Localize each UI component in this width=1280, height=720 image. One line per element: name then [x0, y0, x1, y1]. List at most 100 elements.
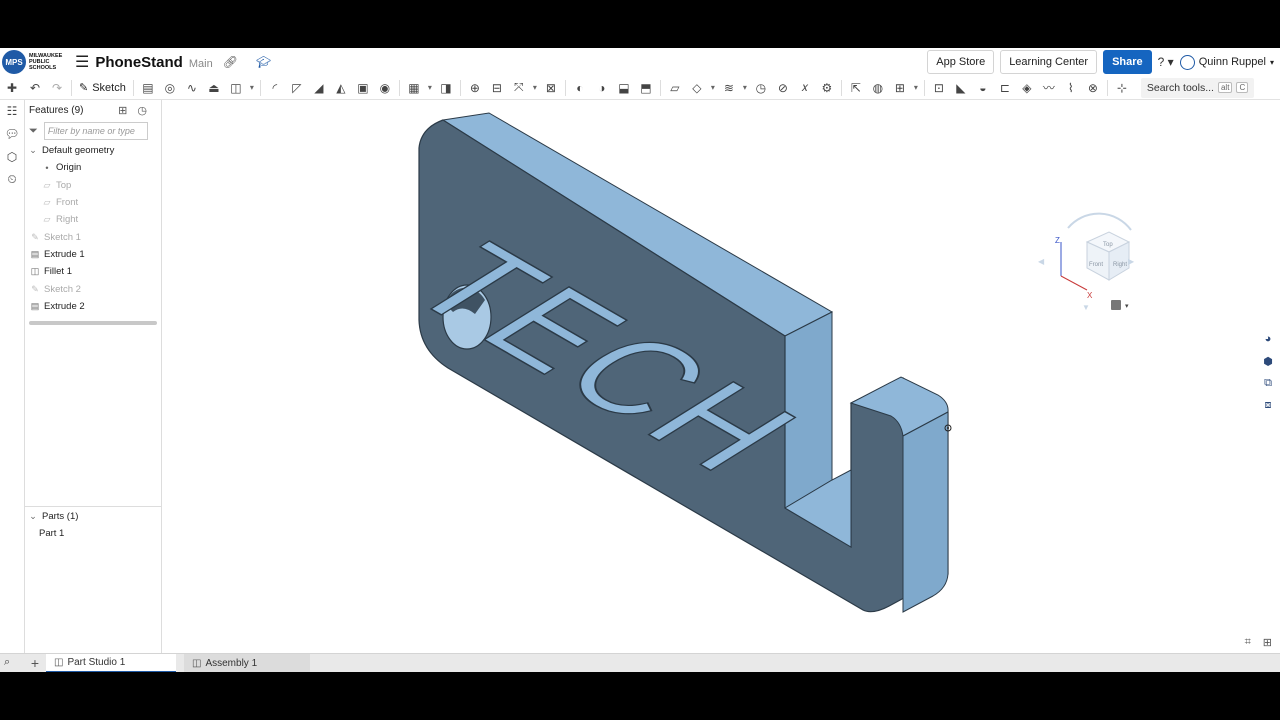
- help-icon[interactable]: ? ▾: [1158, 55, 1174, 69]
- rollback-clock-icon[interactable]: ◷: [137, 104, 147, 117]
- hook-side-face[interactable]: [902, 411, 949, 613]
- hamburger-menu-icon[interactable]: ☰: [75, 52, 89, 72]
- graduation-cap-icon[interactable]: 🎓︎: [256, 55, 271, 69]
- search-tools-button[interactable]: Search tools... alt C: [1140, 77, 1255, 98]
- sheet-metal-icon[interactable]: ⊞: [889, 78, 911, 98]
- tree-item-origin[interactable]: • Origin: [25, 159, 161, 176]
- tab-assembly-1[interactable]: ◫ Assembly 1: [184, 653, 310, 672]
- mate-connector-icon[interactable]: ◇: [686, 78, 708, 98]
- rib-icon[interactable]: ◭: [330, 78, 352, 98]
- sketch-button[interactable]: ✎ Sketch: [75, 81, 130, 95]
- link-icon[interactable]: 🔗︎: [223, 55, 238, 69]
- document-name[interactable]: PhoneStand: [95, 54, 183, 71]
- helix-icon[interactable]: ≋: [718, 78, 740, 98]
- view-cube-orbit-ring[interactable]: [1067, 212, 1132, 231]
- transform-icon[interactable]: ⤧: [508, 78, 530, 98]
- view-cube[interactable]: Top Front Right Z X ◀ ▶ ▼ ▾: [1038, 212, 1135, 312]
- feature-list-icon[interactable]: ☷: [0, 99, 24, 122]
- view-arrow-right-icon[interactable]: ▶: [1128, 257, 1135, 266]
- measure-icon[interactable]: ◷: [750, 78, 772, 98]
- extrude-icon[interactable]: ▤: [137, 78, 159, 98]
- undo-icon[interactable]: ↶: [24, 78, 46, 98]
- tab-manager-icon[interactable]: ⌕: [4, 656, 10, 669]
- appearance-panel-icon[interactable]: ◕: [1256, 328, 1280, 350]
- tree-item-fillet-1[interactable]: ◫ Fillet 1: [25, 263, 161, 280]
- revolve-icon[interactable]: ◎: [159, 78, 181, 98]
- view-options-icon[interactable]: [1111, 300, 1121, 310]
- tree-item-extrude-1[interactable]: ▤ Extrude 1: [25, 246, 161, 263]
- boolean-icon[interactable]: ⊕: [464, 78, 486, 98]
- user-menu[interactable]: Quinn Ruppel ▾: [1179, 54, 1274, 70]
- mass-properties-icon[interactable]: ⧈: [1256, 394, 1280, 416]
- end-cap-icon[interactable]: ◒: [972, 78, 994, 98]
- mirror-icon[interactable]: ◨: [435, 78, 457, 98]
- add-folder-icon[interactable]: ⊞: [118, 104, 127, 117]
- render-mode-icon[interactable]: ⊞: [1263, 636, 1272, 649]
- add-tab-icon[interactable]: +: [24, 655, 46, 671]
- chevron-down-icon[interactable]: ▾: [740, 78, 750, 98]
- configurations-icon[interactable]: ⧉: [1256, 372, 1280, 394]
- list-item[interactable]: Part 1: [25, 525, 161, 542]
- branch-name[interactable]: Main: [189, 58, 213, 70]
- chevron-down-icon[interactable]: ▾: [911, 78, 921, 98]
- chevron-down-icon[interactable]: ▾: [708, 78, 718, 98]
- app-store-button[interactable]: App Store: [927, 50, 995, 74]
- comments-icon[interactable]: 💬︎: [0, 122, 24, 145]
- replace-face-icon[interactable]: ⬓: [613, 78, 635, 98]
- parts-icon[interactable]: ⬡: [0, 145, 24, 168]
- tree-item-sketch-2[interactable]: ✎ Sketch 2: [25, 280, 161, 297]
- history-icon[interactable]: ⏲︎: [0, 168, 24, 191]
- appearance-icon[interactable]: ◍: [867, 78, 889, 98]
- insert-icon[interactable]: ✚: [0, 76, 24, 99]
- learning-center-button[interactable]: Learning Center: [1000, 50, 1098, 74]
- variable-icon[interactable]: 𝑥: [794, 78, 816, 98]
- view-arrow-left-icon[interactable]: ◀: [1038, 257, 1045, 266]
- bridging-curve-icon[interactable]: ⌇: [1060, 78, 1082, 98]
- tree-item-right[interactable]: ▱ Right: [25, 211, 161, 228]
- org-logo[interactable]: MPS MILWAUKEE PUBLIC SCHOOLS: [2, 50, 65, 74]
- share-button[interactable]: Share: [1103, 50, 1152, 74]
- 3d-model-view[interactable]: TECH Top Front Right Z X ◀ ▶ ▼ ▾: [163, 100, 1280, 653]
- draft-icon[interactable]: ◢: [308, 78, 330, 98]
- graphics-viewport[interactable]: TECH Top Front Right Z X ◀ ▶ ▼ ▾: [163, 100, 1280, 653]
- view-arrow-down-icon[interactable]: ▼: [1082, 303, 1090, 312]
- pattern-icon[interactable]: ▦: [403, 78, 425, 98]
- shell-icon[interactable]: ▣: [352, 78, 374, 98]
- tab-part-studio-1[interactable]: ◫ Part Studio 1: [46, 653, 176, 672]
- surface-icon[interactable]: ◈: [1016, 78, 1038, 98]
- derived-icon[interactable]: ⇱: [845, 78, 867, 98]
- tree-item-extrude-2[interactable]: ▤ Extrude 2: [25, 298, 161, 315]
- gusset-icon[interactable]: ◣: [950, 78, 972, 98]
- tree-group-parts[interactable]: ⌄ Parts (1): [25, 508, 161, 525]
- frame-icon[interactable]: ⊡: [928, 78, 950, 98]
- plane-icon[interactable]: ▱: [664, 78, 686, 98]
- split-icon[interactable]: ⊟: [486, 78, 508, 98]
- chamfer-icon[interactable]: ◸: [286, 78, 308, 98]
- chevron-down-icon[interactable]: ▾: [530, 78, 540, 98]
- graphics-options-icon[interactable]: ⌗: [1245, 636, 1251, 649]
- fillet-icon[interactable]: ◜: [264, 78, 286, 98]
- chevron-down-icon[interactable]: ▾: [425, 78, 435, 98]
- tree-item-front[interactable]: ▱ Front: [25, 194, 161, 211]
- move-face-icon[interactable]: ◑: [591, 78, 613, 98]
- section-icon[interactable]: ⊘: [772, 78, 794, 98]
- hole-icon[interactable]: ◉: [374, 78, 396, 98]
- chevron-down-icon[interactable]: ▾: [247, 78, 257, 98]
- loft-icon[interactable]: ⏏: [203, 78, 225, 98]
- sweep-icon[interactable]: ∿: [181, 78, 203, 98]
- add-custom-feature-icon[interactable]: ⊹: [1111, 78, 1133, 98]
- parts-panel-icon[interactable]: ⬢: [1256, 350, 1280, 372]
- delete-part-icon[interactable]: ⊠: [540, 78, 562, 98]
- curve-icon[interactable]: 〰: [1038, 78, 1060, 98]
- tree-item-sketch-1[interactable]: ✎ Sketch 1: [25, 228, 161, 245]
- feature-panel-scrollbar[interactable]: [29, 320, 157, 325]
- filter-input[interactable]: Filter by name or type: [43, 122, 148, 140]
- offset-surface-icon[interactable]: ⬒: [635, 78, 657, 98]
- trim-icon[interactable]: ⊏: [994, 78, 1016, 98]
- configurator-icon[interactable]: ⚙︎: [816, 78, 838, 98]
- wrap-icon[interactable]: ⊗: [1082, 78, 1104, 98]
- modify-fillet-icon[interactable]: ◐: [569, 78, 591, 98]
- tree-item-top[interactable]: ▱ Top: [25, 177, 161, 194]
- chevron-down-icon[interactable]: ▾: [1125, 303, 1129, 310]
- thicken-icon[interactable]: ◫: [225, 78, 247, 98]
